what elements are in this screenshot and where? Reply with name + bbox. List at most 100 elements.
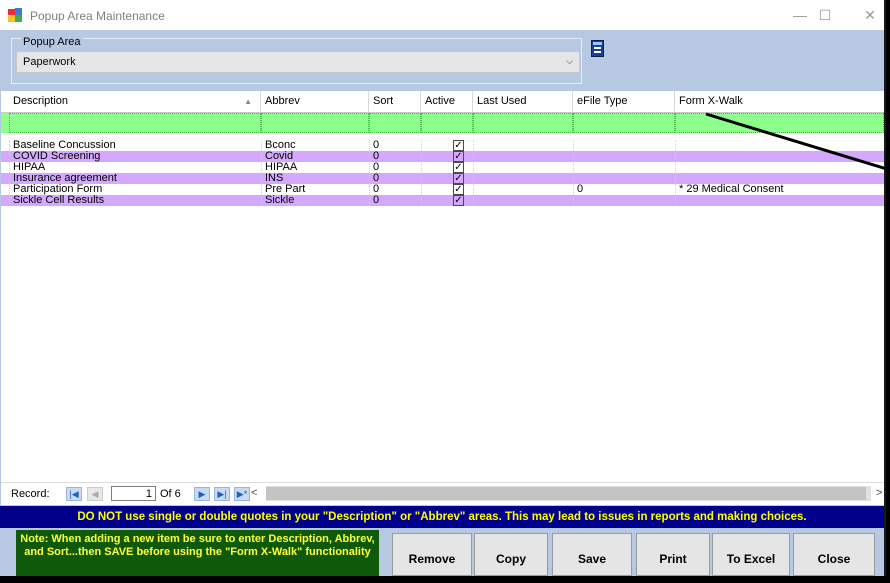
sort-cell[interactable]: 0 [369,195,421,206]
maximize-button[interactable]: ☐ [810,5,840,25]
active-checkbox[interactable]: ✓ [453,151,464,162]
efile-type-cell[interactable] [573,195,675,206]
active-checkbox[interactable]: ✓ [453,140,464,151]
data-grid: Description ▲ Abbrev Sort Active Last Us… [1,91,884,482]
form-xwalk-cell[interactable]: * 29 Medical Consent [675,184,884,195]
new-record-row[interactable] [1,113,884,133]
column-header-form-xwalk[interactable]: Form X-Walk [675,91,884,112]
new-last-used-cell[interactable] [473,113,573,133]
print-button[interactable]: Print [636,533,710,576]
table-row[interactable]: Insurance agreement INS 0 ✓ [1,173,884,184]
active-cell[interactable]: ✓ [421,140,473,151]
chevron-down-icon[interactable]: ⌵ [566,56,573,67]
active-cell[interactable]: ✓ [421,173,473,184]
efile-type-cell[interactable] [573,151,675,162]
last-used-cell[interactable] [473,184,573,195]
last-used-cell[interactable] [473,195,573,206]
last-used-cell[interactable] [473,162,573,173]
new-description-cell[interactable] [9,113,261,133]
new-efile-type-cell[interactable] [573,113,675,133]
abbrev-cell[interactable]: Pre Part [261,184,369,195]
sort-cell[interactable]: 0 [369,173,421,184]
table-row[interactable]: HIPAA HIPAA 0 ✓ [1,162,884,173]
column-header-description[interactable]: Description ▲ [9,91,261,112]
form-xwalk-cell[interactable] [675,162,884,173]
new-sort-cell[interactable] [369,113,421,133]
scrollbar-thumb[interactable] [266,487,866,500]
new-record-button[interactable]: ▶* [234,487,250,501]
description-cell[interactable]: Participation Form [9,184,261,195]
column-header-efile-type[interactable]: eFile Type [573,91,675,112]
quotes-warning-banner: DO NOT use single or double quotes in yo… [0,506,884,528]
abbrev-cell[interactable]: Sickle [261,195,369,206]
form-xwalk-cell[interactable] [675,151,884,162]
active-cell[interactable]: ✓ [421,184,473,195]
column-header-sort[interactable]: Sort [369,91,421,112]
to-excel-button[interactable]: To Excel [712,533,790,576]
active-checkbox[interactable]: ✓ [453,184,464,195]
sort-cell[interactable]: 0 [369,151,421,162]
description-cell[interactable]: Insurance agreement [9,173,261,184]
abbrev-cell[interactable]: Bconc [261,140,369,151]
column-header-last-used[interactable]: Last Used [473,91,573,112]
table-row[interactable]: Participation Form Pre Part 0 ✓ 0 * 29 Medica… [1,184,884,195]
table-row[interactable]: COVID Screening Covid 0 ✓ [1,151,884,162]
table-row[interactable]: Sickle Cell Results Sickle 0 ✓ [1,195,884,206]
horizontal-scrollbar[interactable] [266,486,871,501]
last-record-button[interactable]: ▶| [214,487,230,501]
record-label: Record: [11,488,50,500]
abbrev-cell[interactable]: INS [261,173,369,184]
last-used-cell[interactable] [473,151,573,162]
save-button[interactable]: Save [552,533,632,576]
popup-area-label: Popup Area [21,36,83,48]
form-xwalk-cell[interactable] [675,173,884,184]
sort-cell[interactable]: 0 [369,140,421,151]
description-cell[interactable]: Baseline Concussion [9,140,261,151]
column-header-abbrev[interactable]: Abbrev [261,91,369,112]
table-row[interactable]: Baseline Concussion Bconc 0 ✓ [1,140,884,151]
popup-area-maintenance-window: Popup Area Maintenance — ☐ ✕ Popup Area … [0,0,886,576]
form-xwalk-cell[interactable] [675,140,884,151]
active-cell[interactable]: ✓ [421,151,473,162]
current-record-input[interactable]: 1 [111,486,156,501]
copy-button[interactable]: Copy [474,533,548,576]
previous-record-button[interactable]: ◀ [87,487,103,501]
description-cell[interactable]: Sickle Cell Results [9,195,261,206]
sort-ascending-icon: ▲ [244,97,252,106]
new-form-xwalk-cell[interactable] [675,113,884,133]
next-record-button[interactable]: ▶ [194,487,210,501]
new-active-cell[interactable] [421,113,473,133]
app-icon [8,8,22,22]
efile-type-cell[interactable] [573,140,675,151]
new-abbrev-cell[interactable] [261,113,369,133]
scroll-left-icon[interactable]: < [251,487,257,499]
column-header-active[interactable]: Active [421,91,473,112]
window-title: Popup Area Maintenance [30,9,165,23]
last-used-cell[interactable] [473,140,573,151]
book-icon[interactable] [591,40,604,57]
efile-type-cell[interactable] [573,162,675,173]
first-record-button[interactable]: |◀ [66,487,82,501]
scroll-right-icon[interactable]: > [876,487,882,499]
active-cell[interactable]: ✓ [421,195,473,206]
abbrev-cell[interactable]: HIPAA [261,162,369,173]
record-navigation-bar: Record: |◀ ◀ 1 Of 6 ▶ ▶| ▶* < > [1,482,884,505]
description-cell[interactable]: HIPAA [9,162,261,173]
active-checkbox[interactable]: ✓ [453,173,464,184]
sort-cell[interactable]: 0 [369,162,421,173]
close-window-button[interactable]: ✕ [855,5,885,25]
efile-type-cell[interactable] [573,173,675,184]
close-button[interactable]: Close [793,533,875,576]
abbrev-cell[interactable]: Covid [261,151,369,162]
sort-cell[interactable]: 0 [369,184,421,195]
popup-area-select[interactable]: Paperwork ⌵ [16,51,580,73]
remove-button[interactable]: Remove [392,533,472,576]
grid-header: Description ▲ Abbrev Sort Active Last Us… [1,91,884,113]
active-checkbox[interactable]: ✓ [453,162,464,173]
active-cell[interactable]: ✓ [421,162,473,173]
last-used-cell[interactable] [473,173,573,184]
efile-type-cell[interactable]: 0 [573,184,675,195]
description-cell[interactable]: COVID Screening [9,151,261,162]
form-xwalk-cell[interactable] [675,195,884,206]
active-checkbox[interactable]: ✓ [453,195,464,206]
